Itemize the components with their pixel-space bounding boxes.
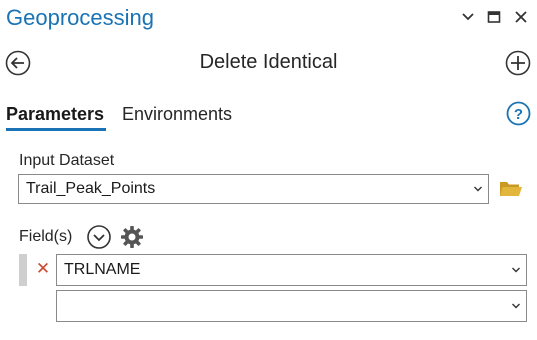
chevron-down-icon[interactable] <box>459 8 477 26</box>
chevron-down-icon[interactable] <box>468 175 488 203</box>
row-drag-handle[interactable] <box>19 254 27 286</box>
chevron-down-icon[interactable] <box>506 291 526 321</box>
active-tab-indicator <box>6 128 106 131</box>
maximize-icon[interactable] <box>485 8 503 26</box>
input-dataset-value: Trail_Peak_Points <box>26 180 156 197</box>
tool-title: Delete Identical <box>199 51 338 73</box>
tab-environments[interactable]: Environments <box>122 104 232 125</box>
input-dataset-label: Input Dataset <box>19 152 115 169</box>
plus-icon <box>505 50 531 76</box>
help-icon: ? <box>506 101 531 126</box>
add-button[interactable] <box>505 50 531 76</box>
gear-icon <box>121 226 143 248</box>
close-icon[interactable] <box>512 8 530 26</box>
field-value-1: TRLNAME <box>64 261 141 278</box>
folder-icon <box>500 182 522 196</box>
chevron-down-circle-icon <box>87 225 111 249</box>
tab-parameters[interactable]: Parameters <box>6 104 104 125</box>
input-dataset-combo[interactable]: Trail_Peak_Points <box>18 174 489 204</box>
fields-label: Field(s) <box>19 228 73 245</box>
browse-button[interactable] <box>498 178 524 200</box>
remove-field-icon[interactable]: ✕ <box>35 258 51 280</box>
chevron-down-icon[interactable] <box>506 255 526 285</box>
field-combo-1[interactable]: TRLNAME <box>56 254 527 286</box>
help-button[interactable]: ? <box>506 101 531 126</box>
expand-fields-button[interactable] <box>86 224 112 250</box>
field-settings-button[interactable] <box>119 224 145 250</box>
svg-text:?: ? <box>514 106 523 123</box>
field-combo-2[interactable] <box>56 290 527 322</box>
pane-title: Geoprocessing <box>6 5 154 30</box>
